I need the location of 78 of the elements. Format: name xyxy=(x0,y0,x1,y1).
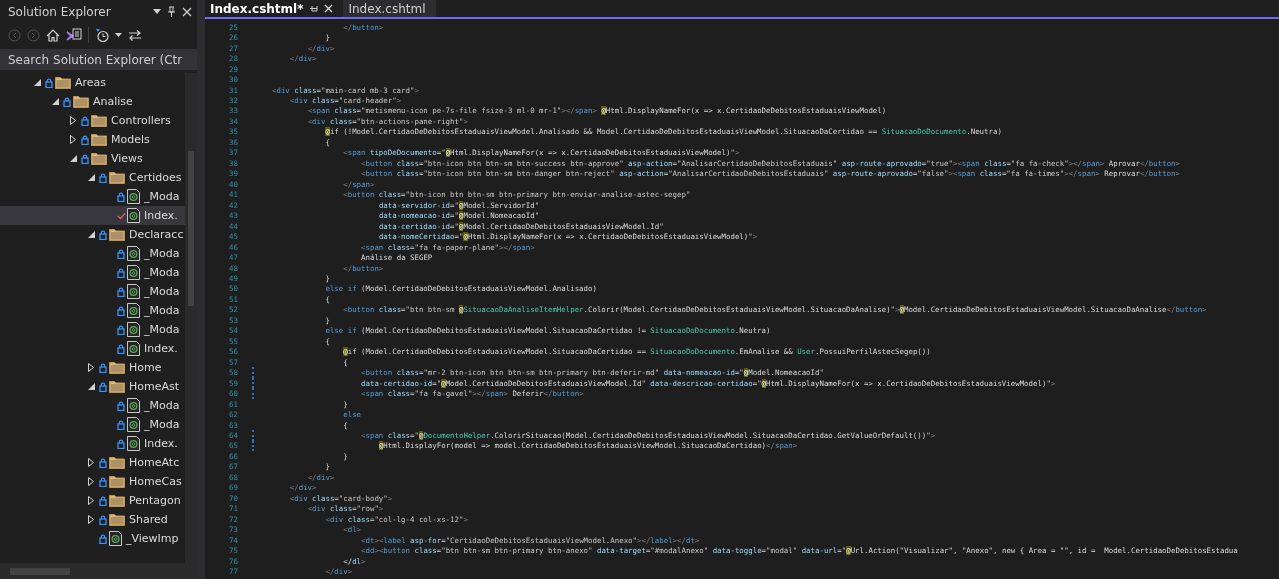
sync-icon[interactable] xyxy=(128,29,142,41)
folder-icon xyxy=(109,456,125,469)
tree-item[interactable]: Controllers xyxy=(0,111,185,130)
pin-icon[interactable] xyxy=(167,6,176,17)
tree-item[interactable]: Areas xyxy=(0,73,185,92)
collapsed-arrow-icon[interactable] xyxy=(70,135,76,144)
pending-changes-icon[interactable] xyxy=(95,28,109,42)
tree-item[interactable]: Analise xyxy=(0,92,185,111)
pin-icon[interactable] xyxy=(309,4,319,13)
collapsed-arrow-icon[interactable] xyxy=(88,496,94,505)
razor-file-icon xyxy=(127,341,140,356)
folder-icon xyxy=(109,228,125,241)
razor-file-icon xyxy=(127,284,140,299)
folder-icon xyxy=(73,95,89,108)
expanded-arrow-icon[interactable] xyxy=(87,383,95,390)
expanded-arrow-icon[interactable] xyxy=(87,174,95,181)
panel-title: Solution Explorer xyxy=(8,4,112,19)
razor-file-icon xyxy=(127,322,140,337)
folder-icon xyxy=(109,171,125,184)
tree-item[interactable]: _Moda xyxy=(0,263,185,282)
tree-item[interactable]: Views xyxy=(0,149,185,168)
close-icon[interactable] xyxy=(182,6,192,17)
tree-item[interactable]: _ViewImp xyxy=(0,529,185,548)
tree-item[interactable]: Certidoes xyxy=(0,168,185,187)
tree-item[interactable]: Shared xyxy=(0,510,185,529)
dropdown-icon[interactable] xyxy=(153,9,161,14)
collapsed-arrow-icon[interactable] xyxy=(88,477,94,486)
tree-item[interactable]: Declaracc xyxy=(0,225,185,244)
dropdown-icon[interactable] xyxy=(115,33,122,37)
folder-icon xyxy=(109,361,125,374)
expanded-arrow-icon[interactable] xyxy=(51,98,59,105)
razor-file-icon xyxy=(127,303,140,318)
folder-icon xyxy=(91,133,107,146)
tree-item[interactable]: Home xyxy=(0,358,185,377)
folder-icon xyxy=(109,513,125,526)
folder-icon xyxy=(109,475,125,488)
tree-item[interactable]: HomeAst xyxy=(0,377,185,396)
folder-icon xyxy=(55,76,71,89)
folder-icon xyxy=(109,380,125,393)
tree-item[interactable]: _Moda xyxy=(0,320,185,339)
horizontal-scrollbar[interactable] xyxy=(0,563,197,579)
razor-file-icon xyxy=(127,398,140,413)
search-field[interactable]: Search Solution Explorer (Ctr xyxy=(0,49,197,70)
razor-file-icon xyxy=(127,265,140,280)
tree-item[interactable]: Index. xyxy=(0,434,185,453)
razor-file-icon xyxy=(127,436,140,451)
expanded-arrow-icon[interactable] xyxy=(33,79,41,86)
folder-icon xyxy=(91,152,107,165)
razor-file-icon xyxy=(127,417,140,432)
tree-item[interactable]: _Moda xyxy=(0,244,185,263)
expanded-arrow-icon[interactable] xyxy=(69,155,77,162)
razor-file-icon xyxy=(127,208,140,223)
tree-item[interactable]: HomeCas xyxy=(0,472,185,491)
home-icon[interactable] xyxy=(46,28,60,42)
tree-item[interactable]: _Moda xyxy=(0,396,185,415)
folder-icon xyxy=(91,114,107,127)
vertical-scrollbar[interactable] xyxy=(185,73,197,563)
file-tab[interactable]: Index.cshtml xyxy=(343,0,436,17)
collapsed-arrow-icon[interactable] xyxy=(88,363,94,372)
collapsed-arrow-icon[interactable] xyxy=(88,515,94,524)
razor-file-icon xyxy=(127,246,140,261)
tree-item[interactable]: Models xyxy=(0,130,185,149)
razor-file-icon xyxy=(109,531,122,546)
folder-icon xyxy=(109,494,125,507)
tree-item[interactable]: Index. xyxy=(0,206,185,225)
collapsed-arrow-icon[interactable] xyxy=(70,116,76,125)
tree-item[interactable]: _Moda xyxy=(0,301,185,320)
tree-item[interactable]: _Moda xyxy=(0,282,185,301)
razor-file-icon xyxy=(127,189,140,204)
tree-item[interactable]: _Moda xyxy=(0,187,185,206)
collapsed-arrow-icon[interactable] xyxy=(88,458,94,467)
tree-item[interactable]: HomeAtc xyxy=(0,453,185,472)
expanded-arrow-icon[interactable] xyxy=(87,231,95,238)
close-icon[interactable] xyxy=(324,4,334,13)
tree-item[interactable]: Index. xyxy=(0,339,185,358)
tree-item[interactable]: _Moda xyxy=(0,415,185,434)
tree-item[interactable]: Pentagon xyxy=(0,491,185,510)
solution-view-icon[interactable] xyxy=(66,27,82,43)
